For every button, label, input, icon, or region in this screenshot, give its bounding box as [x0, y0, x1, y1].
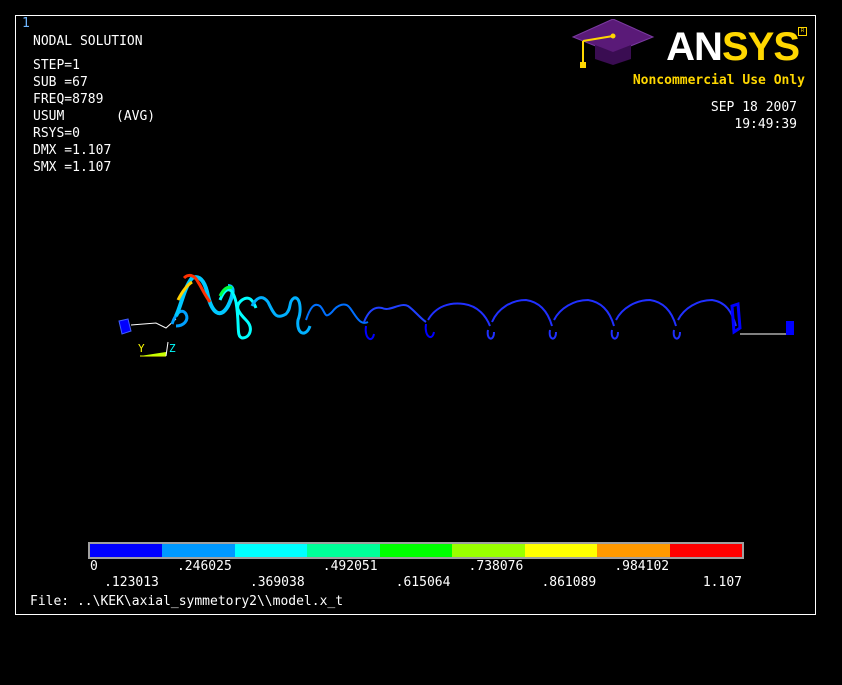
- cavity-cell-5: [305, 303, 369, 324]
- file-path: File: ..\KEK\axial_symmetory2\\model.x_t: [30, 594, 344, 609]
- regular-cells: [427, 298, 737, 340]
- cavity-cell-6: [363, 304, 427, 323]
- cavity-cell-4: [250, 296, 312, 335]
- legend-swatch: [162, 544, 235, 557]
- left-beam-pipe: [130, 318, 177, 329]
- legend-value-label: .492051: [322, 559, 378, 574]
- legend-value-label: .123013: [104, 575, 159, 590]
- contour-legend: [88, 542, 744, 559]
- legend-swatch: [307, 544, 380, 557]
- left-end-block: [118, 318, 132, 335]
- cavity-cell-1: [170, 309, 189, 328]
- triad-y-label: Y: [138, 342, 145, 355]
- legend-swatch: [452, 544, 525, 557]
- cavity-iris-1: [364, 325, 375, 341]
- legend-swatch: [234, 544, 308, 557]
- legend-swatch: [669, 544, 742, 557]
- cavity-cell-2-warm: [176, 280, 193, 301]
- legend-swatch: [524, 544, 598, 557]
- right-end-block: [786, 321, 794, 335]
- legend-swatch: [90, 544, 163, 557]
- legend-value-label: .246025: [176, 559, 232, 574]
- legend-swatch: [379, 544, 453, 557]
- model-plot: [118, 273, 794, 357]
- legend-value-label: 1.107: [702, 575, 742, 590]
- legend-value-label: .615064: [395, 575, 451, 590]
- cavity-cell-2: [174, 275, 235, 317]
- cavity-iris-2: [424, 323, 435, 339]
- triad-z-label: Z: [169, 342, 176, 355]
- legend-value-label: .369038: [249, 575, 305, 590]
- graphics-window: 1 NODAL SOLUTION STEP=1 SUB =67 FREQ=878…: [15, 15, 816, 615]
- legend-value-label: .738076: [468, 559, 524, 574]
- legend-swatch: [597, 544, 670, 557]
- legend-value-label: .984102: [614, 559, 670, 574]
- legend-value-label: 0: [90, 559, 98, 574]
- right-coupler: [730, 301, 742, 335]
- cavity-cell-3: [218, 288, 258, 340]
- legend-value-label: .861089: [541, 575, 597, 590]
